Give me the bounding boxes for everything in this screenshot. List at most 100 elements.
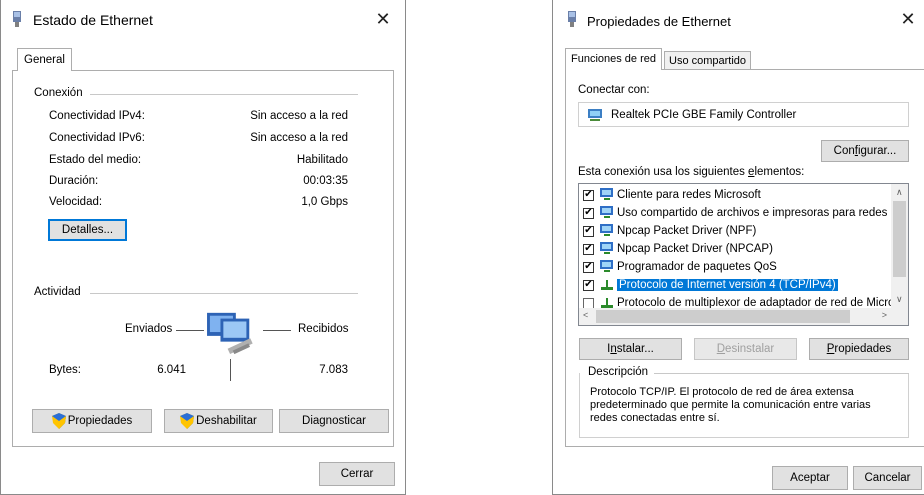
close-window-button[interactable]: ✕ (886, 0, 924, 38)
group-label-conexion: Conexión (34, 87, 89, 99)
sent-line (176, 330, 204, 331)
shield-icon (180, 413, 195, 429)
row-value: Sin acceso a la red (250, 132, 348, 144)
network-card-icon (588, 108, 602, 121)
list-item-label: Programador de paquetes QoS (617, 261, 777, 273)
list-item[interactable]: ✔ Uso compartido de archivos e impresoras… (583, 204, 900, 222)
btn-text: stalar... (616, 343, 654, 355)
horizontal-scrollbar[interactable]: < > (579, 308, 891, 325)
checkbox[interactable]: ✔ (583, 189, 594, 201)
uninstall-button[interactable]: Desinstalar (694, 338, 797, 360)
general-panel: Conexión Conectividad IPv4: Sin acceso a… (12, 70, 394, 447)
bytes-sent: 6.041 (157, 364, 186, 376)
row-label: Estado del medio: (49, 154, 142, 166)
btn-text: igurar... (857, 145, 897, 157)
network-service-icon (600, 242, 613, 254)
ethernet-status-window: Estado de Ethernet ✕ General Conexión Co… (0, 0, 406, 495)
row-value: Sin acceso a la red (250, 110, 348, 122)
properties-button[interactable]: Propiedades (809, 338, 909, 360)
btn-text: ropiedades (834, 343, 892, 355)
network-adapter-icon (13, 11, 21, 27)
label-text: Esta conexión usa los siguientes (578, 166, 749, 178)
scroll-down-icon[interactable]: ∨ (896, 294, 903, 305)
checkbox[interactable]: ✔ (583, 279, 594, 291)
tab-network[interactable]: Funciones de red (565, 48, 662, 70)
list-item-selected[interactable]: ✔ Protocolo de Internet versión 4 (TCP/IP… (583, 276, 838, 294)
checkbox[interactable]: ✔ (583, 207, 594, 219)
btn-text-accel: D (716, 343, 726, 355)
ethernet-properties-window: Propiedades de Ethernet ✕ Funciones de r… (552, 0, 924, 495)
adapter-box: Realtek PCIe GBE Family Controller (578, 102, 909, 127)
description-label: Descripción (588, 366, 655, 378)
tab-sharing[interactable]: Uso compartido (664, 51, 752, 70)
tab-general[interactable]: General (17, 48, 72, 71)
scroll-right-icon[interactable]: > (882, 310, 887, 320)
bytes-label: Bytes: (49, 364, 81, 376)
btn-text: esinstalar (725, 343, 775, 355)
row-value: 1,0 Gbps (301, 196, 348, 208)
btn-text: Con (833, 145, 855, 157)
properties-button[interactable]: Propiedades (32, 409, 152, 433)
title-bar[interactable]: Propiedades de Ethernet ✕ (553, 0, 924, 40)
list-item-label: Uso compartido de archivos e impresoras … (617, 207, 901, 219)
bytes-received: 7.083 (319, 364, 348, 376)
group-divider (90, 94, 358, 95)
list-item-label: Protocolo de Internet versión 4 (TCP/IPv… (617, 279, 838, 291)
received-line (263, 330, 291, 331)
checkbox[interactable]: ✔ (583, 243, 594, 255)
received-label: Recibidos (298, 323, 349, 335)
list-item-label: Npcap Packet Driver (NPCAP) (617, 243, 773, 255)
cancel-button[interactable]: Cancelar (853, 466, 922, 490)
network-protocol-icon (601, 280, 613, 290)
close-button[interactable]: Cerrar (319, 462, 395, 486)
group-label-actividad: Actividad (34, 286, 87, 298)
btn-text-accel: P (826, 343, 835, 355)
close-window-button[interactable]: ✕ (361, 0, 405, 38)
list-item-label: Cliente para redes Microsoft (617, 189, 761, 201)
checkbox[interactable] (583, 297, 594, 309)
network-computers-icon (207, 312, 253, 355)
window-title: Propiedades de Ethernet (587, 14, 731, 29)
list-item[interactable]: ✔ Npcap Packet Driver (NPF) (583, 222, 756, 240)
diagnose-button[interactable]: Diagnosticar (279, 409, 389, 433)
elements-label: Esta conexión usa los siguientes element… (578, 166, 804, 178)
list-item[interactable]: ✔ Npcap Packet Driver (NPCAP) (583, 240, 773, 258)
scroll-left-icon[interactable]: < (583, 310, 588, 320)
group-divider (90, 293, 358, 294)
network-client-icon (600, 188, 613, 200)
disable-button[interactable]: Deshabilitar (164, 409, 273, 433)
window-title: Estado de Ethernet (33, 12, 153, 28)
install-button[interactable]: In stalar... (579, 338, 682, 360)
accept-button[interactable]: Aceptar (772, 466, 848, 490)
elements-list[interactable]: ✔ Cliente para redes Microsoft ✔ Uso compa… (578, 183, 909, 326)
network-service-icon (600, 224, 613, 236)
scroll-thumb[interactable] (893, 201, 906, 277)
row-value: 00:03:35 (303, 175, 348, 187)
checkbox[interactable]: ✔ (583, 225, 594, 237)
bytes-divider (230, 359, 231, 381)
list-item[interactable]: ✔ Programador de paquetes QoS (583, 258, 777, 276)
scroll-thumb[interactable] (596, 310, 850, 323)
details-button[interactable]: Detalles... (48, 219, 127, 241)
properties-button-label: Propiedades (67, 415, 133, 427)
title-bar[interactable]: Estado de Ethernet ✕ (1, 0, 405, 40)
row-label: Conectividad IPv4: (49, 110, 145, 122)
list-item-label: Npcap Packet Driver (NPF) (617, 225, 757, 237)
scrollbar-corner (891, 308, 908, 325)
network-service-icon (600, 206, 613, 218)
row-label: Velocidad: (49, 196, 103, 208)
list-item[interactable]: ✔ Cliente para redes Microsoft (583, 186, 761, 204)
shield-icon (51, 413, 66, 429)
sent-label: Enviados (125, 323, 173, 335)
group-divider (636, 373, 909, 374)
close-icon: ✕ (900, 8, 916, 29)
row-label: Duración: (49, 175, 99, 187)
connect-using-label: Conectar con: (578, 84, 650, 96)
configure-button[interactable]: Con f igurar... (821, 140, 909, 162)
disable-button-label: Deshabilitar (196, 415, 257, 427)
scroll-up-icon[interactable]: ∧ (896, 187, 903, 198)
vertical-scrollbar[interactable]: ∧ ∨ (891, 184, 908, 308)
row-label: Conectividad IPv6: (49, 132, 145, 144)
adapter-name: Realtek PCIe GBE Family Controller (611, 108, 797, 121)
checkbox[interactable]: ✔ (583, 261, 594, 273)
